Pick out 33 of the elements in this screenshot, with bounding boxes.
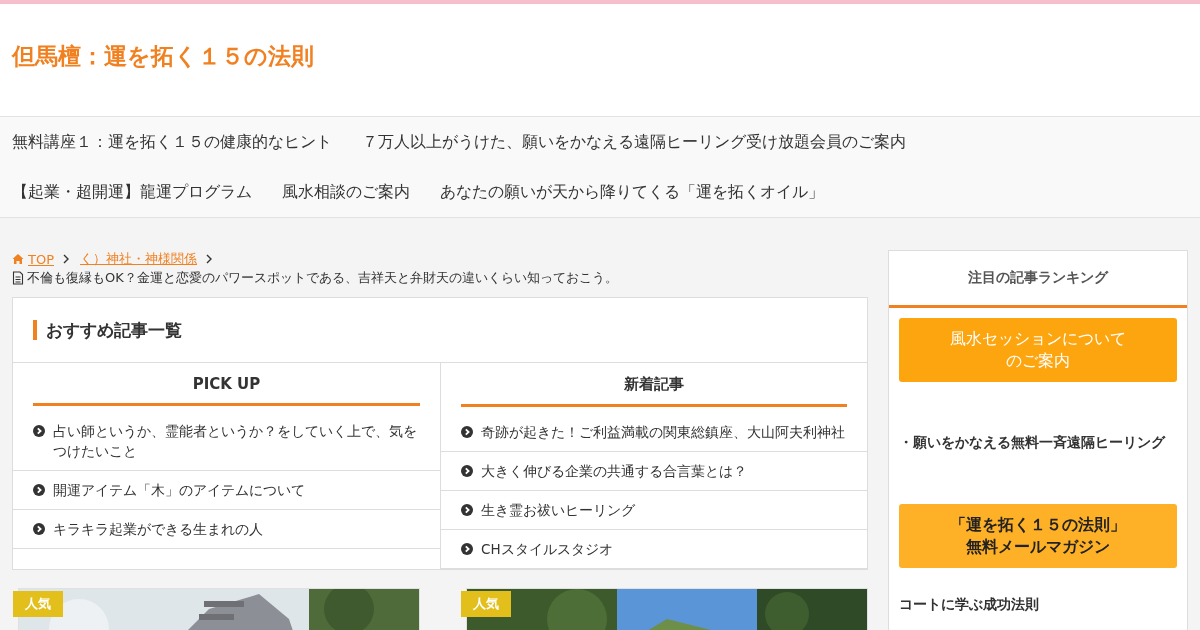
article-link[interactable]: 開運アイテム「木」のアイテムについて <box>13 471 440 510</box>
chevron-circle-icon <box>461 504 473 516</box>
article-link[interactable]: キラキラ起業ができる生まれの人 <box>13 510 440 549</box>
popular-badge: 人気 <box>13 591 63 617</box>
chevron-circle-icon <box>461 543 473 555</box>
nav-link[interactable]: あなたの願いが天から降りてくる「運を拓くオイル」 <box>440 167 824 217</box>
nav-link[interactable]: ７万人以上がうけた、願いをかなえる遠隔ヒーリング受け放題会員のご案内 <box>362 117 906 167</box>
document-icon <box>12 271 24 285</box>
column-heading: 新着記事 <box>461 363 847 407</box>
widget-tab[interactable]: 注目の記事ランキング <box>889 251 1187 308</box>
chevron-icon <box>62 253 70 265</box>
chevron-circle-icon <box>33 425 45 437</box>
section-title: おすすめ記事一覧 <box>13 298 867 363</box>
chevron-circle-icon <box>33 484 45 496</box>
column-heading: PICK UP <box>33 363 420 406</box>
home-icon <box>12 253 24 265</box>
nav-link[interactable]: 風水相談のご案内 <box>282 167 410 217</box>
article-link[interactable]: CHスタイルスタジオ <box>441 530 867 569</box>
chevron-circle-icon <box>461 465 473 477</box>
article-link[interactable]: 奇跡が起きた！ご利益満載の関東総鎮座、大山阿夫利神社 <box>441 413 867 452</box>
nav-link[interactable]: 【起業・超開運】龍運プログラム <box>12 167 252 217</box>
chevron-icon <box>205 253 213 265</box>
popular-badge: 人気 <box>461 591 511 617</box>
sidebar-link[interactable]: ・願いをかなえる無料一斉遠隔ヒーリング <box>889 382 1187 452</box>
nav-link[interactable]: 無料講座１：運を拓く１５の健康的なヒント <box>12 117 332 167</box>
promo-button[interactable]: 「運を拓く１５の法則」 無料メールマガジン <box>899 504 1177 568</box>
article-link[interactable]: 大きく伸びる企業の共通する合言葉とは？ <box>441 452 867 491</box>
article-link[interactable]: 生き霊お祓いヒーリング <box>441 491 867 530</box>
article-link[interactable]: 占い師というか、霊能者というか？をしていく上で、気をつけたいこと <box>13 412 440 471</box>
breadcrumb-current: 不倫も復縁もOK？金運と恋愛のパワースポットである、吉祥天と弁財天の違いくらい知っておこう。 <box>27 269 618 287</box>
chevron-circle-icon <box>33 523 45 535</box>
widget-heading: コートに学ぶ成功法則 <box>898 595 1040 614</box>
chevron-circle-icon <box>461 426 473 438</box>
